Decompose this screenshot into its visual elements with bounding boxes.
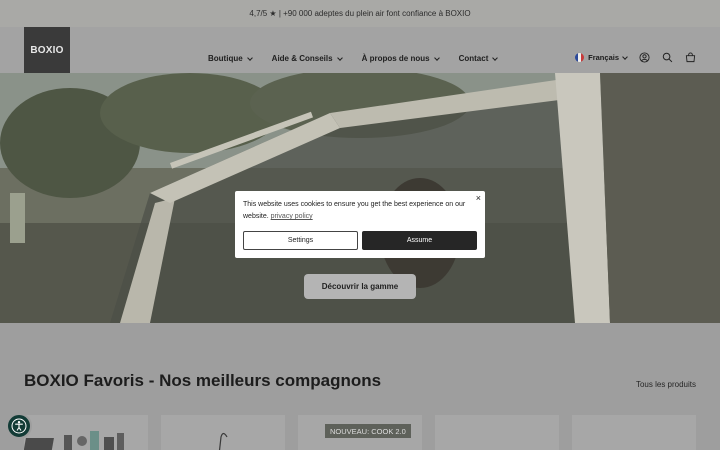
product-card[interactable]	[435, 415, 559, 450]
product-card[interactable]	[572, 415, 696, 450]
chevron-down-icon	[246, 54, 253, 61]
nav-item-aide-conseils[interactable]: Aide & Conseils	[271, 54, 343, 63]
chevron-down-icon	[433, 54, 440, 61]
search-icon[interactable]	[662, 52, 673, 63]
cookie-settings-button[interactable]: Settings	[243, 231, 358, 250]
nav-item-contact[interactable]: Contact	[458, 54, 499, 63]
accessibility-button[interactable]	[6, 413, 32, 439]
product-card[interactable]	[161, 415, 285, 450]
language-label: Français	[588, 53, 619, 62]
chevron-down-icon	[336, 54, 343, 61]
cart-icon[interactable]	[685, 52, 696, 63]
product-card[interactable]	[24, 415, 148, 450]
announcement-bar: 4,7/5 ★ | +90 000 adeptes du plein air f…	[0, 0, 720, 27]
france-flag-icon	[575, 53, 585, 62]
nav-item-label: Aide & Conseils	[271, 54, 333, 63]
nav-item-label: Contact	[458, 54, 489, 63]
favorites-section: BOXIO Favoris - Nos meilleurs compagnons…	[0, 323, 720, 450]
logo[interactable]: BOXIO	[24, 27, 70, 73]
accessibility-icon	[11, 418, 27, 434]
nav-item-label: Boutique	[208, 54, 243, 63]
product-image	[218, 432, 228, 450]
chevron-down-icon	[622, 53, 628, 60]
account-icon[interactable]	[639, 52, 650, 63]
discover-range-button[interactable]: Découvrir la gamme	[304, 274, 416, 299]
nav-item-label: À propos de nous	[361, 54, 430, 63]
main-nav: Boutique Aide & Conseils À propos de nou…	[208, 54, 499, 63]
cookie-accept-button[interactable]: Assume	[362, 231, 477, 250]
announcement-text: 4,7/5 ★ | +90 000 adeptes du plein air f…	[249, 9, 471, 18]
nav-item-boutique[interactable]: Boutique	[208, 54, 253, 63]
privacy-policy-link[interactable]: privacy policy	[271, 213, 313, 220]
new-badge: NOUVEAU: COOK 2.0	[325, 424, 411, 438]
product-card[interactable]: NOUVEAU: COOK 2.0	[298, 415, 422, 450]
product-image	[24, 431, 124, 450]
section-title: BOXIO Favoris - Nos meilleurs compagnons	[24, 371, 382, 390]
cookie-consent-dialog: × This website uses cookies to ensure yo…	[235, 191, 485, 258]
cookie-message: This website uses cookies to ensure you …	[243, 199, 479, 223]
nav-item-a-propos[interactable]: À propos de nous	[361, 54, 440, 63]
language-selector[interactable]: Français	[575, 53, 628, 62]
chevron-down-icon	[492, 54, 499, 61]
all-products-link[interactable]: Tous les produits	[636, 380, 696, 389]
header-actions: Français	[575, 52, 696, 63]
site-header: BOXIO Boutique Aide & Conseils À propos …	[0, 27, 720, 73]
